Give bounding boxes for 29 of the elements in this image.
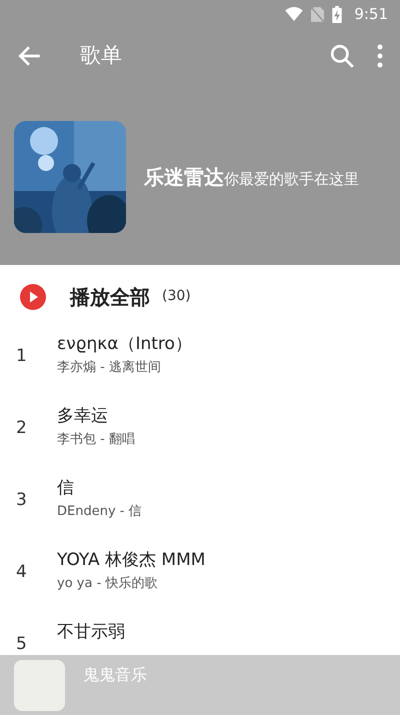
song-index: 4 <box>15 561 28 584</box>
song-subtitle: 李亦煽 - 逃离世间 <box>57 359 162 377</box>
song-subtitle: 李书包 - 翻唱 <box>57 431 135 449</box>
battery-charging-icon <box>332 6 342 22</box>
song-title: 信 <box>57 477 75 500</box>
wifi-icon <box>285 7 304 21</box>
more-button[interactable] <box>376 42 384 70</box>
album-thumbnail <box>14 660 65 710</box>
song-row[interactable]: 3 信 DEndeny - 信 <box>0 472 400 544</box>
song-row[interactable]: 2 多幸运 李书包 - 翻唱 <box>0 400 400 472</box>
playlist-name: 乐迷雷达 <box>144 164 224 191</box>
song-index: 1 <box>15 345 28 368</box>
status-time: 9:51 <box>354 4 388 25</box>
song-title: 多幸运 <box>57 405 109 428</box>
song-subtitle: DEndeny - 信 <box>57 503 142 521</box>
search-button[interactable] <box>328 42 356 70</box>
play-all-button[interactable]: 播放全部 (30) <box>0 265 400 328</box>
song-title: ενϱηκα（Intro） <box>57 333 192 356</box>
song-title: YOYA 林俊杰 MMM <box>57 549 206 572</box>
song-index: 3 <box>15 489 28 512</box>
toolbar-title: 歌单 <box>80 42 122 70</box>
song-index: 2 <box>15 417 28 440</box>
song-title: 不甘示弱 <box>57 621 125 644</box>
no-sim-icon <box>311 6 324 22</box>
play-icon <box>20 284 46 310</box>
song-row[interactable]: 4 YOYA 林俊杰 MMM yo ya - 快乐的歌 <box>0 544 400 616</box>
playlist-description: 你最爱的歌手在这里 <box>224 169 359 190</box>
song-row[interactable]: 1 ενϱηκα（Intro） 李亦煽 - 逃离世间 <box>0 328 400 400</box>
song-subtitle: yo ya - 快乐的歌 <box>57 575 158 593</box>
